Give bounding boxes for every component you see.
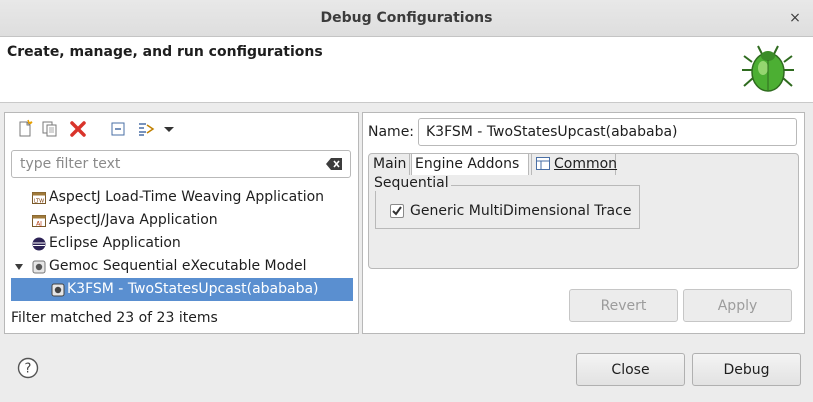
tree-item-k3fsm-config[interactable]: K3FSM - TwoStatesUpcast(abababa) [11,278,353,301]
delete-icon[interactable] [68,119,88,139]
aj-icon: AJ [32,215,46,228]
tree-item-gemoc-sequential[interactable]: Gemoc Sequential eXecutable Model [11,255,353,278]
filter-field [11,150,351,178]
gemoc-config-icon [51,283,65,297]
eclipse-icon [32,237,46,251]
trace-checkbox-label: Generic MultiDimensional Trace [410,203,632,219]
filter-icon[interactable] [136,119,156,139]
collapse-all-icon[interactable] [108,119,128,139]
dropdown-arrow-icon[interactable] [159,119,179,139]
tree-item-aspectj-java[interactable]: AJ AspectJ/Java Application [11,209,353,232]
tree-item-label: Eclipse Application [49,235,181,251]
tree-item-label: AspectJ Load-Time Weaving Application [49,189,325,205]
tab-engine-addons[interactable]: Engine Addons [411,153,529,175]
filter-input[interactable] [12,151,320,177]
banner-message: Create, manage, and run configurations [7,44,323,60]
duplicate-icon[interactable] [40,119,60,139]
tree-item-label: K3FSM - TwoStatesUpcast(abababa) [67,281,319,297]
expand-arrow-icon[interactable] [14,262,24,272]
common-tab-icon [536,157,550,170]
tab-common-label: Common [554,156,618,172]
clear-filter-icon[interactable] [326,158,342,170]
name-label: Name: [368,124,415,140]
gemoc-icon [32,260,46,274]
tree-item-aspectj-ltw[interactable]: LTW AspectJ Load-Time Weaving Applicatio… [11,186,353,209]
tree-item-eclipse-application[interactable]: Eclipse Application [11,232,353,255]
debug-button[interactable]: Debug [692,353,801,386]
ltw-icon: LTW [32,192,46,205]
filter-status: Filter matched 23 of 23 items [11,310,218,326]
window-title: Debug Configurations [320,10,493,26]
new-config-icon[interactable] [15,119,35,139]
tab-main[interactable]: Main [370,154,410,175]
window-close-button[interactable]: × [787,8,803,28]
help-icon[interactable]: ? [17,357,39,379]
close-button[interactable]: Close [576,353,685,386]
name-input[interactable] [418,118,797,146]
svg-text:AJ: AJ [36,221,42,228]
revert-button[interactable]: Revert [569,289,678,322]
apply-button[interactable]: Apply [683,289,792,322]
tree-item-label: AspectJ/Java Application [49,212,218,228]
trace-checkbox[interactable] [390,204,404,218]
group-label: Sequential [374,175,451,191]
tab-common[interactable]: Common [531,154,618,175]
svg-text:?: ? [25,362,32,377]
svg-text:LTW: LTW [34,199,44,205]
tree-item-label: Gemoc Sequential eXecutable Model [49,258,307,274]
bug-icon [742,45,794,92]
checkmark-icon [392,206,402,216]
